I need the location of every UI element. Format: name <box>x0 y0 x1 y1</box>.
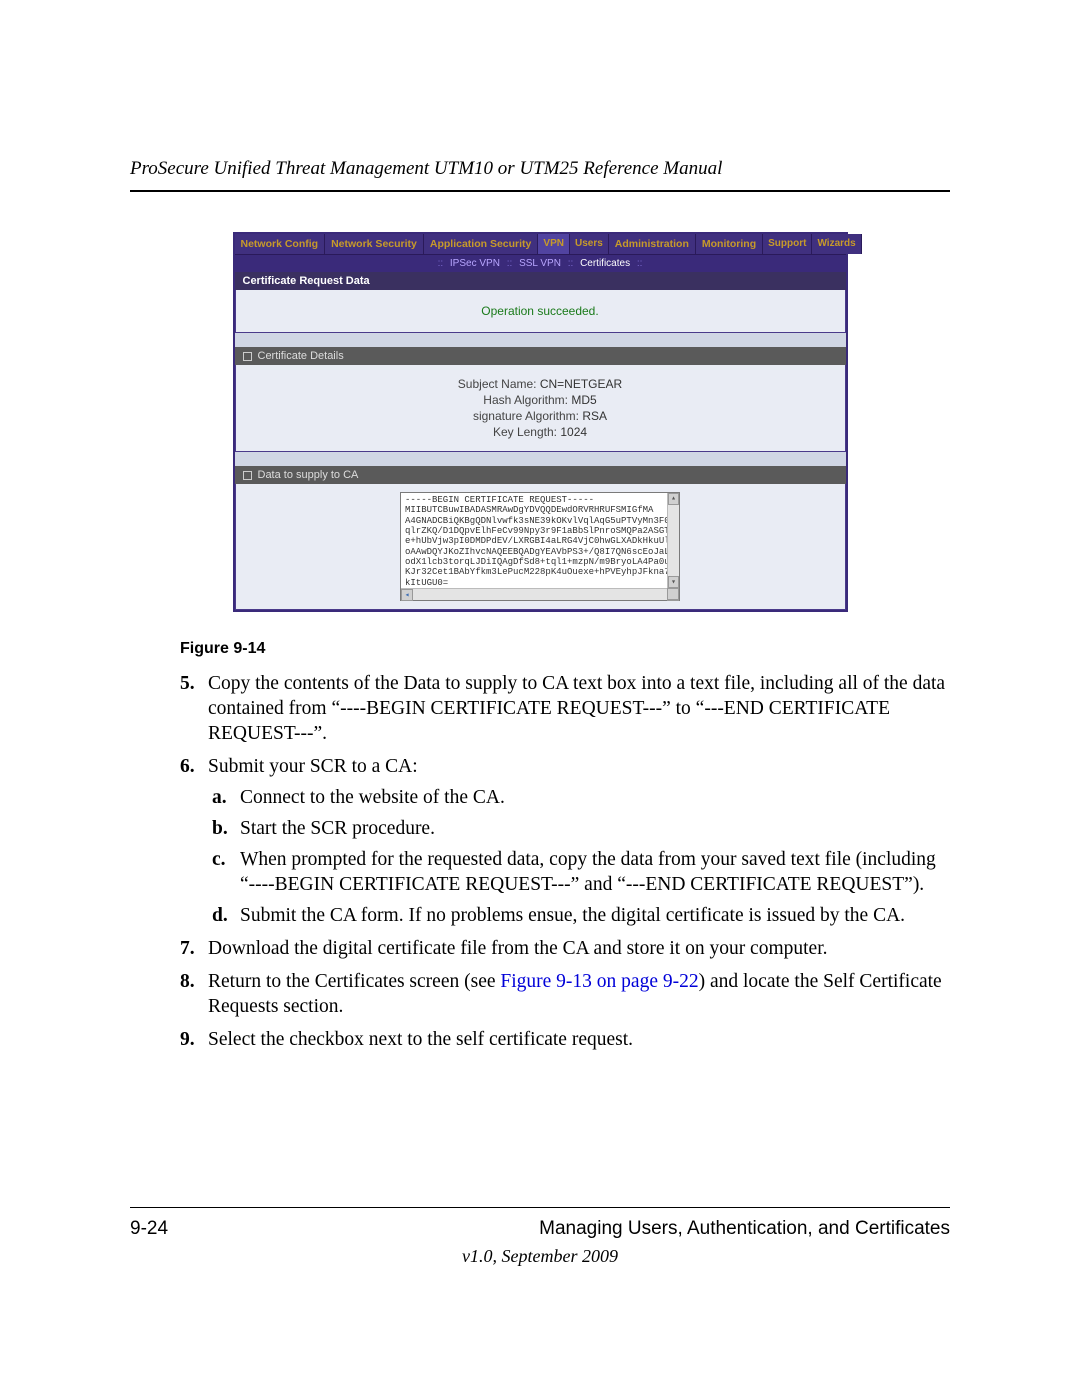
app-screenshot: Network Config Network Security Applicat… <box>233 232 848 612</box>
csr-textarea[interactable]: -----BEGIN CERTIFICATE REQUEST----- MIIB… <box>400 492 680 601</box>
sub-tabbar: :: IPSec VPN :: SSL VPN :: Certificates … <box>235 255 846 272</box>
sig-algo-label: signature Algorithm: <box>473 409 579 423</box>
tab-monitoring[interactable]: Monitoring <box>696 234 763 254</box>
step-8-text: Return to the Certificates screen (see F… <box>208 971 942 1017</box>
subtab-ipsec-vpn[interactable]: IPSec VPN <box>450 258 500 269</box>
step-6c-text: When prompted for the requested data, co… <box>240 849 936 895</box>
instruction-list: 5.Copy the contents of the Data to suppl… <box>180 672 950 1052</box>
section-title: Certificate Details <box>258 350 344 362</box>
step-7: 7.Download the digital certificate file … <box>180 937 950 962</box>
page-footer: 9-24 Managing Users, Authentication, and… <box>130 1207 950 1267</box>
footer-version: v1.0, September 2009 <box>130 1246 950 1267</box>
figure-image: Network Config Network Security Applicat… <box>130 232 950 612</box>
step-6-sublist: a.Connect to the website of the CA. b.St… <box>212 786 950 929</box>
key-length-value: 1024 <box>560 425 587 439</box>
tab-support[interactable]: Support <box>763 234 812 254</box>
step-6b: b.Start the SCR procedure. <box>212 817 950 842</box>
xref-figure-9-13[interactable]: Figure 9-13 on page 9-22 <box>500 971 698 992</box>
subtab-ssl-vpn[interactable]: SSL VPN <box>519 258 561 269</box>
page-number: 9-24 <box>130 1218 168 1240</box>
top-tabbar: Network Config Network Security Applicat… <box>235 234 846 255</box>
figure-caption: Figure 9-14 <box>180 640 950 658</box>
section-certificate-details: Certificate Details <box>235 347 846 365</box>
subject-name-value: CN=NETGEAR <box>540 377 622 391</box>
pipe-icon: :: <box>507 258 513 269</box>
pipe-icon: :: <box>637 258 643 269</box>
collapse-box-icon[interactable] <box>243 471 252 480</box>
pipe-icon: :: <box>568 258 574 269</box>
step-8: 8. Return to the Certificates screen (se… <box>180 970 950 1020</box>
pipe-icon: :: <box>438 258 444 269</box>
certificate-details-body: Subject Name: CN=NETGEAR Hash Algorithm:… <box>235 365 846 452</box>
scrollbar-corner <box>667 588 679 600</box>
step-6a-text: Connect to the website of the CA. <box>240 787 505 808</box>
step-6c: c.When prompted for the requested data, … <box>212 848 950 898</box>
footer-rule <box>130 1207 950 1208</box>
header-rule <box>130 190 950 192</box>
step-9-text: Select the checkbox next to the self cer… <box>208 1029 633 1050</box>
scroll-up-icon[interactable] <box>668 493 679 505</box>
panel-title-cert-request-data: Certificate Request Data <box>235 272 846 290</box>
tab-wizards[interactable]: Wizards <box>812 234 861 254</box>
hash-algo-value: MD5 <box>571 393 596 407</box>
key-length-label: Key Length: <box>493 425 557 439</box>
tab-application-security[interactable]: Application Security <box>424 234 539 254</box>
tab-administration[interactable]: Administration <box>609 234 696 254</box>
step-5: 5.Copy the contents of the Data to suppl… <box>180 672 950 747</box>
section-title: Data to supply to CA <box>258 469 359 481</box>
scroll-left-icon[interactable] <box>401 589 413 601</box>
running-header: ProSecure Unified Threat Management UTM1… <box>130 158 950 180</box>
step-9: 9.Select the checkbox next to the self c… <box>180 1028 950 1053</box>
step-7-text: Download the digital certificate file fr… <box>208 938 828 959</box>
scrollbar-horizontal[interactable] <box>401 588 679 600</box>
section-data-to-ca: Data to supply to CA <box>235 466 846 484</box>
tab-vpn[interactable]: VPN <box>538 234 570 254</box>
step-5-text: Copy the contents of the Data to supply … <box>208 673 945 744</box>
csr-text[interactable]: -----BEGIN CERTIFICATE REQUEST----- MIIB… <box>405 495 675 598</box>
subject-name-label: Subject Name: <box>458 377 537 391</box>
step-6d: d.Submit the CA form. If no problems ens… <box>212 904 950 929</box>
step-6a: a.Connect to the website of the CA. <box>212 786 950 811</box>
collapse-box-icon[interactable] <box>243 352 252 361</box>
step-6: 6.Submit your SCR to a CA: a.Connect to … <box>180 755 950 929</box>
footer-section-title: Managing Users, Authentication, and Cert… <box>539 1218 950 1240</box>
step-8-pre: Return to the Certificates screen (see <box>208 971 500 992</box>
hash-algo-label: Hash Algorithm: <box>483 393 568 407</box>
scroll-down-icon[interactable] <box>668 576 679 588</box>
tab-network-config[interactable]: Network Config <box>235 234 326 254</box>
sig-algo-value: RSA <box>582 409 607 423</box>
step-6b-text: Start the SCR procedure. <box>240 818 435 839</box>
step-6-text: Submit your SCR to a CA: <box>208 756 418 777</box>
tab-users[interactable]: Users <box>570 234 609 254</box>
step-6d-text: Submit the CA form. If no problems ensue… <box>240 905 905 926</box>
data-to-ca-body: -----BEGIN CERTIFICATE REQUEST----- MIIB… <box>235 484 846 610</box>
scrollbar-vertical[interactable] <box>667 493 679 588</box>
status-message: Operation succeeded. <box>235 290 846 333</box>
subtab-certificates[interactable]: Certificates <box>580 258 630 269</box>
tab-network-security[interactable]: Network Security <box>325 234 424 254</box>
